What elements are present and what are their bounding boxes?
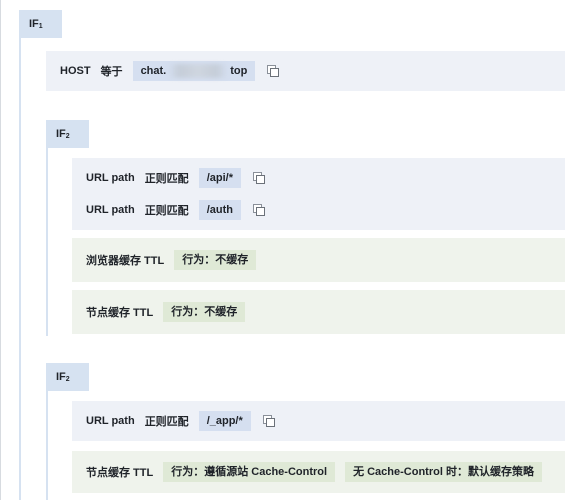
if2-label: IF — [56, 371, 66, 383]
browser-cache-action-panel: 浏览器缓存 TTL 行为：不缓存 — [72, 238, 565, 282]
node-cache-action: 行为：遵循源站 Cache-Control — [163, 462, 336, 482]
url-condition-panel: URL path 正则匹配 /api/* URL path 正则匹配 /auth — [72, 158, 565, 230]
host-operator: 等于 — [100, 66, 123, 78]
redacted-blur — [168, 64, 229, 79]
browser-cache-field: 浏览器缓存 TTL — [86, 255, 165, 267]
if2-tag: IF2 — [46, 120, 89, 148]
host-condition-panel: HOST 等于 chat. top — [46, 51, 565, 91]
if2-connector — [46, 148, 48, 336]
node-cache-action-panel: 节点缓存 TTL 行为：遵循源站 Cache-Control 无 Cache-C… — [72, 451, 565, 493]
host-value-prefix: chat. — [140, 65, 167, 77]
url-path-field: URL path — [86, 415, 135, 427]
if1-connector — [19, 38, 21, 500]
if2-sub: 2 — [65, 376, 70, 383]
node-cache-action-panel: 节点缓存 TTL 行为：不缓存 — [72, 290, 565, 334]
browser-cache-action: 行为：不缓存 — [174, 250, 257, 270]
if1-sub: 1 — [38, 23, 43, 30]
node-cache-action: 行为：不缓存 — [163, 302, 246, 322]
copy-icon[interactable] — [267, 65, 280, 77]
node-cache-fallback: 无 Cache-Control 时：默认缓存策略 — [345, 462, 542, 482]
if2-tag: IF2 — [46, 363, 89, 391]
node-cache-field: 节点缓存 TTL — [86, 307, 154, 319]
if2-label: IF — [56, 128, 66, 140]
if1-tag: IF1 — [19, 10, 62, 38]
regex-operator: 正则匹配 — [144, 205, 189, 217]
if1-label: IF — [29, 18, 39, 30]
url-path-value: /_app/* — [198, 411, 251, 431]
regex-operator: 正则匹配 — [144, 416, 189, 428]
url-path-field: URL path — [86, 204, 135, 216]
copy-icon[interactable] — [252, 172, 265, 184]
url-condition-panel: URL path 正则匹配 /_app/* — [72, 401, 565, 441]
regex-operator: 正则匹配 — [144, 173, 189, 185]
node-cache-field: 节点缓存 TTL — [86, 467, 154, 479]
if2-connector — [46, 391, 48, 500]
host-value-suffix: top — [230, 65, 248, 77]
host-field: HOST — [60, 65, 91, 77]
url-path-field: URL path — [86, 172, 135, 184]
copy-icon[interactable] — [252, 204, 265, 216]
url-path-value: /api/* — [198, 168, 241, 188]
if2-sub: 2 — [65, 133, 70, 140]
left-rail — [0, 0, 1, 500]
host-value: chat. top — [132, 61, 256, 81]
url-path-value: /auth — [198, 200, 241, 220]
copy-icon[interactable] — [262, 415, 275, 427]
